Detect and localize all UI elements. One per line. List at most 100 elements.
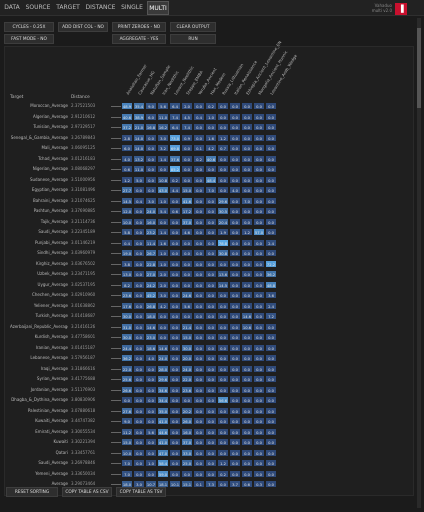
table-cell: 0.0 <box>229 459 241 467</box>
table-cell: 0.0 <box>229 144 241 152</box>
table-cell: 0.0 <box>193 427 205 436</box>
table-cell: 0.0 <box>181 396 193 404</box>
copy-csv-button[interactable]: COPY TABLE AS CSV <box>62 487 112 497</box>
row-target-name: Uygur_Average <box>37 281 68 287</box>
table-cell: 0.0 <box>265 480 277 488</box>
table-cell: 0.0 <box>241 385 253 394</box>
table-cell: 0.0 <box>229 354 241 362</box>
table-cell: 30.0 <box>181 343 193 352</box>
cycles-button[interactable]: CYCLES - 0.25X <box>4 22 54 32</box>
table-cell: 0.0 <box>133 438 145 446</box>
aggregate-button[interactable]: AGGREGATE - YES <box>112 34 166 44</box>
table-cell: 7.0 <box>241 196 253 205</box>
table-cell: 2.4 <box>265 238 277 247</box>
table-cell: 0.0 <box>241 406 253 415</box>
table-cell: 0.0 <box>193 448 205 457</box>
table-cell: 69.8 <box>169 144 181 152</box>
table-cell: 0.0 <box>241 144 253 152</box>
table-cell: 0.0 <box>193 333 205 341</box>
table-cell: 5.6 <box>145 427 157 436</box>
table-cell: 20.4 <box>217 217 229 226</box>
table-cell: 0.0 <box>217 438 229 446</box>
table-cell: 0.0 <box>265 375 277 383</box>
row-separator <box>111 200 121 202</box>
table-cell: 0.0 <box>217 406 229 415</box>
table-cell: 0.0 <box>241 396 253 404</box>
table-cell: 9.0 <box>121 417 133 425</box>
clear-output-button[interactable]: CLEAR OUTPUT <box>170 22 216 32</box>
tab-distance[interactable]: DISTANCE <box>84 1 117 15</box>
table-cell: 27.0 <box>145 270 157 278</box>
tab-source[interactable]: SOURCE <box>24 1 52 15</box>
table-cell: 0.0 <box>169 469 181 478</box>
table-cell: 0.0 <box>133 259 145 268</box>
table-cell: 0.0 <box>241 469 253 478</box>
tab-data[interactable]: DATA <box>2 1 22 15</box>
table-cell: 0.0 <box>229 154 241 163</box>
row-target-name: Azerbaijani_Republic_Average <box>10 323 68 329</box>
table-cell: 6.0 <box>145 112 157 121</box>
table-cell: 0.0 <box>205 312 217 320</box>
table-cell: 13.0 <box>121 270 133 278</box>
table-cell: 0.0 <box>229 217 241 226</box>
table-cell: 0.0 <box>265 333 277 341</box>
copy-tsv-button[interactable]: COPY TABLE AS TSV <box>116 487 166 497</box>
table-cell: 10.1 <box>169 480 181 488</box>
table-cell: 0.0 <box>193 406 205 415</box>
table-cell: 0.0 <box>217 385 229 394</box>
table-cell: 0.0 <box>253 459 265 467</box>
table-cell: 0.0 <box>193 469 205 478</box>
table-cell: 0.0 <box>145 385 157 394</box>
table-cell: 0.0 <box>253 385 265 394</box>
table-cell: 0.0 <box>217 333 229 341</box>
row-target-name: Sindhi_Average <box>37 250 68 255</box>
row-distance: 3.30055534 <box>71 428 96 434</box>
table-cell: 44.6 <box>157 427 169 436</box>
table-cell: 8.2 <box>121 280 133 289</box>
table-cell: 15.0 <box>181 186 193 194</box>
print-zeroes-button[interactable]: PRINT ZEROES - NO <box>112 22 166 32</box>
table-cell: 0.0 <box>169 396 181 404</box>
tab-multi[interactable]: MULTI <box>147 1 169 15</box>
table-cell: 4.6 <box>181 228 193 236</box>
reset-sorting-button[interactable]: RESET SORTING <box>6 487 58 497</box>
table-cell: 0.0 <box>193 249 205 257</box>
table-cell: 2.0 <box>181 102 193 110</box>
fast-mode-button[interactable]: FAST MODE - NO <box>4 34 54 44</box>
tab-target[interactable]: TARGET <box>54 1 82 15</box>
table-cell: 0.0 <box>253 354 265 362</box>
table-cell: 0.0 <box>241 186 253 194</box>
table-cell: 0.0 <box>157 165 169 173</box>
table-cell: 0.0 <box>229 322 241 331</box>
vertical-scrollbar[interactable] <box>417 18 421 508</box>
table-cell: 0.0 <box>157 322 169 331</box>
table-cell: 0.0 <box>217 112 229 121</box>
table-cell: 0.0 <box>193 259 205 268</box>
table-cell: 0.0 <box>253 343 265 352</box>
run-button[interactable]: RUN <box>170 34 216 44</box>
table-cell: 0.0 <box>133 186 145 194</box>
table-cell: 0.0 <box>169 280 181 289</box>
scrollbar-thumb[interactable] <box>417 28 421 108</box>
table-cell: 0.0 <box>205 438 217 446</box>
table-cell: 0.0 <box>253 417 265 425</box>
tab-single[interactable]: SINGLE <box>119 1 145 15</box>
table-cell: 0.0 <box>205 427 217 436</box>
table-cell: 0.0 <box>145 186 157 194</box>
table-cell: 0.0 <box>229 123 241 131</box>
row-separator <box>111 158 121 160</box>
table-cell: 0.0 <box>265 364 277 373</box>
table-cell: 35.4 <box>133 102 145 110</box>
table-cell: 2.0 <box>157 280 169 289</box>
table-cell: 0.0 <box>121 396 133 404</box>
table-cell: 0.0 <box>217 343 229 352</box>
table-cell: 4.0 <box>145 354 157 362</box>
table-cell: 0.0 <box>241 375 253 383</box>
table-cell: 1.0 <box>205 112 217 121</box>
add-dist-col-button[interactable]: ADD DIST COL - NO <box>58 22 108 32</box>
table-cell: 0.0 <box>253 427 265 436</box>
table-cell: 0.0 <box>169 249 181 257</box>
table-cell: 36.2 <box>121 354 133 362</box>
table-cell: 0.0 <box>229 291 241 299</box>
table-cell: 23.2 <box>145 228 157 236</box>
